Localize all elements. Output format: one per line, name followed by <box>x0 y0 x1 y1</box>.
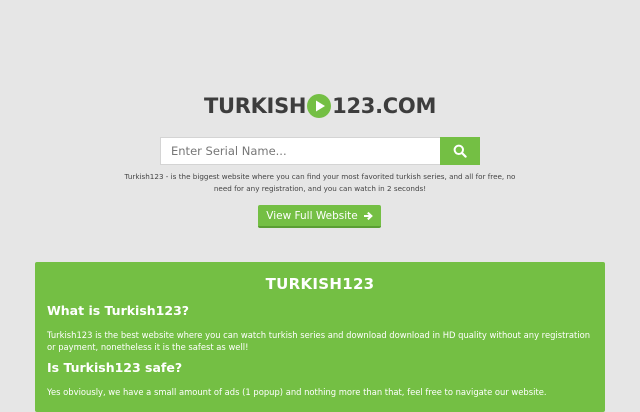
info-panel-title: TURKISH123 <box>265 275 375 293</box>
search-input[interactable] <box>160 137 440 165</box>
logo-text-left: TURKISH <box>203 94 307 118</box>
faq-answer-what: Turkish123 is the best website where you… <box>47 330 591 352</box>
site-logo[interactable]: TURKISH 123.COM <box>0 92 640 120</box>
site-tagline: Turkish123 - is the biggest website wher… <box>124 172 516 193</box>
search-bar <box>160 137 480 165</box>
play-circle-icon <box>307 94 332 118</box>
search-button[interactable] <box>440 137 480 165</box>
faq-answer-safe: Yes obviously, we have a small amount of… <box>47 387 547 397</box>
view-full-website-label: View Full Website <box>266 209 358 222</box>
logo-text-right: 123.COM <box>332 94 437 118</box>
arrow-right-icon <box>363 211 373 220</box>
search-icon <box>453 144 467 158</box>
view-full-website-button[interactable]: View Full Website <box>258 205 381 228</box>
info-panel: TURKISH123 What is Turkish123? Turkish12… <box>35 262 605 412</box>
faq-question-what: What is Turkish123? <box>47 303 190 318</box>
faq-question-safe: Is Turkish123 safe? <box>47 360 183 375</box>
